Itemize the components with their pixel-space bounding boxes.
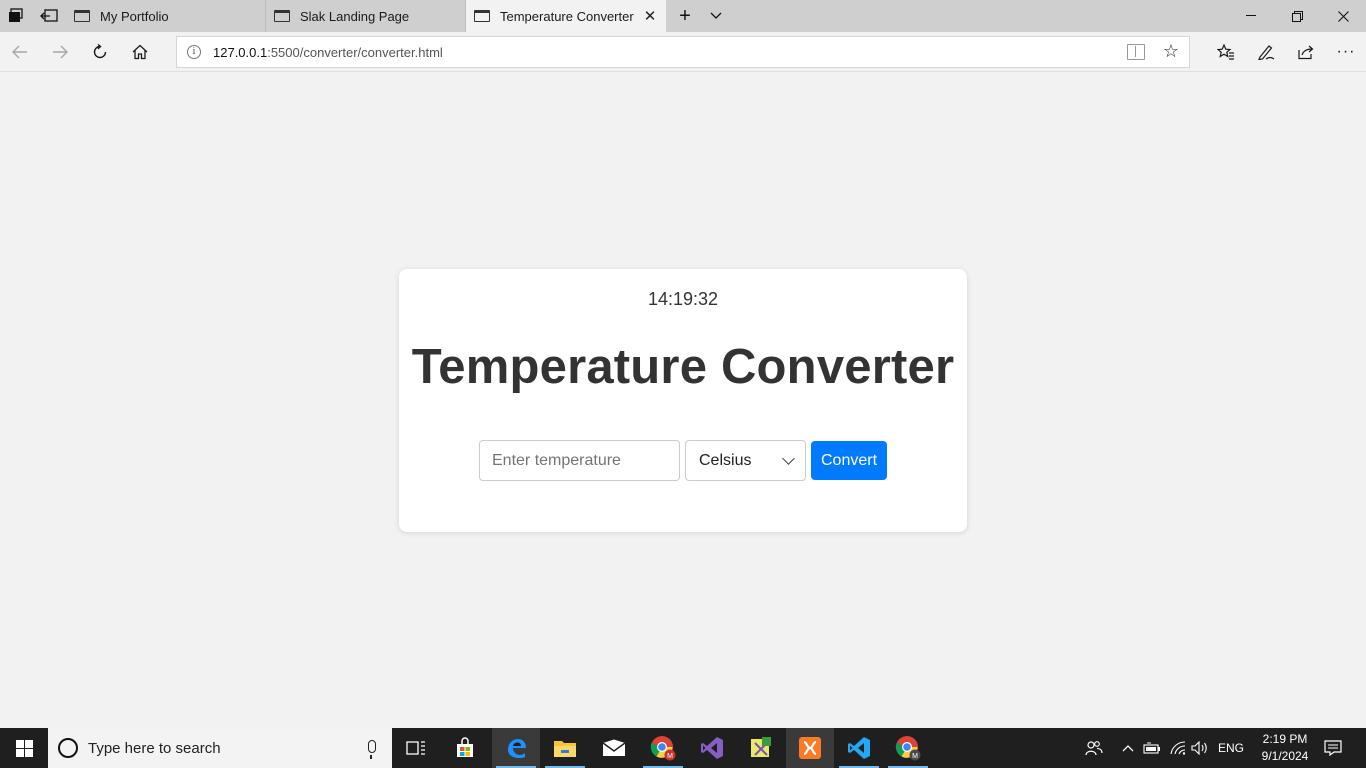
navigation-bar: i 127.0.0.1:5500/converter/converter.htm… (0, 32, 1366, 72)
minimize-icon[interactable] (1228, 0, 1274, 32)
temperature-input[interactable] (479, 440, 680, 481)
store-icon[interactable] (441, 728, 489, 768)
svg-text:M: M (667, 753, 673, 760)
task-view-icon[interactable] (392, 728, 440, 768)
share-icon[interactable] (1290, 36, 1322, 68)
cortana-icon (58, 738, 78, 758)
tab-actions-icon[interactable] (0, 0, 32, 32)
reading-view-icon[interactable] (1127, 44, 1145, 60)
vscode-icon[interactable] (835, 728, 883, 768)
svg-text:M: M (912, 753, 918, 760)
taskbar-search[interactable]: Type here to search (48, 728, 392, 768)
page-icon (74, 10, 90, 22)
page-icon (274, 10, 290, 22)
tab-label: My Portfolio (100, 8, 169, 24)
url-host: 127.0.0.1 (213, 44, 268, 60)
favorite-star-icon[interactable]: ☆ (1163, 41, 1179, 62)
restore-icon[interactable] (1274, 0, 1320, 32)
address-bar[interactable]: i 127.0.0.1:5500/converter/converter.htm… (176, 36, 1190, 68)
site-info-icon[interactable]: i (187, 45, 201, 59)
wifi-icon[interactable] (1167, 728, 1189, 768)
search-placeholder: Type here to search (88, 739, 221, 757)
page-icon (474, 10, 490, 22)
edge-icon[interactable] (492, 728, 540, 768)
favorites-hub-icon[interactable] (1210, 36, 1242, 68)
microphone-icon[interactable] (368, 740, 376, 759)
battery-icon[interactable] (1142, 728, 1162, 768)
taskbar-date: 9/1/2024 (1261, 749, 1309, 763)
chrome-icon[interactable]: M (639, 728, 687, 768)
more-options-icon[interactable]: ··· (1330, 36, 1362, 68)
chevron-down-icon (782, 452, 795, 465)
back-icon[interactable] (4, 36, 36, 68)
volume-icon[interactable] (1189, 728, 1211, 768)
app-icon[interactable] (737, 728, 785, 768)
windows-logo-icon (15, 739, 33, 757)
visual-studio-icon[interactable] (688, 728, 736, 768)
tab-label: Slak Landing Page (300, 8, 410, 24)
chevron-down-icon[interactable] (702, 0, 730, 32)
close-tab-icon[interactable]: ✕ (642, 8, 658, 25)
taskbar: Type here to search M M ENG 2:19 PM 9/1/… (0, 728, 1366, 768)
xampp-icon[interactable] (786, 728, 834, 768)
file-explorer-icon[interactable] (541, 728, 589, 768)
input-language[interactable]: ENG (1214, 728, 1248, 768)
converter-card: 14:19:32 Temperature Converter Celsius C… (399, 269, 967, 532)
set-tabs-aside-icon[interactable] (34, 0, 64, 32)
close-window-icon[interactable] (1320, 0, 1366, 32)
url-text: 127.0.0.1:5500/converter/converter.html (213, 45, 443, 60)
mail-icon[interactable] (590, 728, 638, 768)
tab-my-portfolio[interactable]: My Portfolio (66, 0, 266, 32)
new-tab-icon[interactable]: + (670, 0, 700, 32)
tab-label: Temperature Converter (500, 8, 634, 24)
unit-select[interactable]: Celsius (685, 440, 806, 481)
action-center-icon[interactable] (1320, 728, 1346, 768)
people-icon[interactable] (1080, 728, 1108, 768)
refresh-icon[interactable] (84, 36, 116, 68)
chrome-profile-icon[interactable]: M (884, 728, 932, 768)
tab-bar: My Portfolio Slak Landing Page Temperatu… (0, 0, 1366, 32)
convert-button[interactable]: Convert (811, 441, 887, 480)
tab-temperature-converter[interactable]: Temperature Converter ✕ (466, 0, 666, 32)
tab-slak-landing-page[interactable]: Slak Landing Page (266, 0, 466, 32)
page-title: Temperature Converter (411, 340, 955, 394)
url-path: :5500/converter/converter.html (267, 44, 443, 60)
start-button[interactable] (0, 728, 48, 768)
home-icon[interactable] (124, 36, 156, 68)
taskbar-time: 2:19 PM (1262, 732, 1308, 746)
taskbar-clock[interactable]: 2:19 PM 9/1/2024 (1252, 731, 1318, 765)
pen-icon[interactable] (1250, 36, 1282, 68)
current-time: 14:19:32 (647, 289, 719, 309)
chevron-up-icon[interactable] (1118, 728, 1138, 768)
unit-select-value: Celsius (699, 451, 752, 469)
forward-icon[interactable] (44, 36, 76, 68)
